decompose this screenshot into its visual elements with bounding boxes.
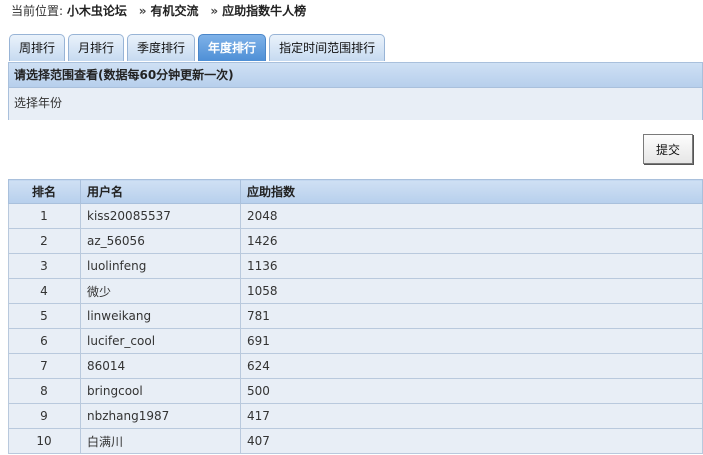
tab-yearly[interactable]: 年度排行 bbox=[198, 34, 267, 61]
score-cell: 1426 bbox=[240, 228, 703, 254]
rank-cell: 2 bbox=[8, 228, 81, 254]
tab-quarterly[interactable]: 季度排行 bbox=[127, 34, 196, 61]
column-header-rank: 排名 bbox=[8, 179, 81, 204]
score-cell: 2048 bbox=[240, 203, 703, 229]
rank-cell: 1 bbox=[8, 203, 81, 229]
score-cell: 500 bbox=[240, 378, 703, 404]
column-header-score: 应助指数 bbox=[240, 179, 703, 204]
username-cell[interactable]: lucifer_cool bbox=[80, 328, 241, 354]
breadcrumb-separator: » bbox=[210, 4, 219, 18]
tab-monthly[interactable]: 月排行 bbox=[68, 34, 125, 61]
table-row: 7 86014 624 bbox=[8, 353, 703, 379]
score-cell: 1136 bbox=[240, 253, 703, 279]
table-row: 9 nbzhang1987 417 bbox=[8, 403, 703, 429]
breadcrumb-item-board[interactable]: 有机交流 bbox=[150, 4, 198, 18]
score-cell: 691 bbox=[240, 328, 703, 354]
rank-cell: 9 bbox=[8, 403, 81, 429]
tab-custom-range[interactable]: 指定时间范围排行 bbox=[269, 34, 386, 61]
username-cell[interactable]: 微少 bbox=[80, 278, 241, 304]
username-cell[interactable]: 86014 bbox=[80, 353, 241, 379]
username-cell[interactable]: az_56056 bbox=[80, 228, 241, 254]
breadcrumb-item-current: 应助指数牛人榜 bbox=[222, 4, 307, 18]
table-row: 8 bringcool 500 bbox=[8, 378, 703, 404]
table-row: 2 az_56056 1426 bbox=[8, 228, 703, 254]
rank-cell: 6 bbox=[8, 328, 81, 354]
username-cell[interactable]: nbzhang1987 bbox=[80, 403, 241, 429]
column-header-username: 用户名 bbox=[80, 179, 241, 204]
breadcrumb-item-forum[interactable]: 小木虫论坛 bbox=[67, 4, 127, 18]
ranking-tabs: 周排行 月排行 季度排行 年度排行 指定时间范围排行 bbox=[9, 34, 388, 62]
score-cell: 1058 bbox=[240, 278, 703, 304]
table-row: 6 lucifer_cool 691 bbox=[8, 328, 703, 354]
range-panel-title: 请选择范围查看(数据每60分钟更新一次) bbox=[9, 63, 702, 88]
rank-cell: 10 bbox=[8, 428, 81, 454]
ranking-table: 排名 用户名 应助指数 1 kiss20085537 2048 2 az_56056 1… bbox=[8, 179, 703, 454]
username-cell[interactable]: bringcool bbox=[80, 378, 241, 404]
table-row: 10 白满川 407 bbox=[8, 428, 703, 454]
username-cell[interactable]: luolinfeng bbox=[80, 253, 241, 279]
table-row: 1 kiss20085537 2048 bbox=[8, 203, 703, 229]
rank-cell: 3 bbox=[8, 253, 81, 279]
submit-button[interactable]: 提交 bbox=[643, 134, 693, 164]
score-cell: 781 bbox=[240, 303, 703, 329]
table-row: 5 linweikang 781 bbox=[8, 303, 703, 329]
year-selector-label: 选择年份 bbox=[9, 88, 702, 120]
tab-weekly[interactable]: 周排行 bbox=[9, 34, 66, 61]
score-cell: 624 bbox=[240, 353, 703, 379]
score-cell: 417 bbox=[240, 403, 703, 429]
username-cell[interactable]: kiss20085537 bbox=[80, 203, 241, 229]
username-cell[interactable]: linweikang bbox=[80, 303, 241, 329]
rank-cell: 5 bbox=[8, 303, 81, 329]
breadcrumb-separator: » bbox=[138, 4, 147, 18]
rank-cell: 4 bbox=[8, 278, 81, 304]
table-row: 4 微少 1058 bbox=[8, 278, 703, 304]
breadcrumb: 当前位置: 小木虫论坛 » 有机交流 » 应助指数牛人榜 bbox=[11, 2, 306, 20]
range-panel: 请选择范围查看(数据每60分钟更新一次) 选择年份 bbox=[8, 62, 703, 120]
rank-cell: 7 bbox=[8, 353, 81, 379]
rank-cell: 8 bbox=[8, 378, 81, 404]
breadcrumb-prefix: 当前位置: bbox=[11, 4, 64, 18]
table-header-row: 排名 用户名 应助指数 bbox=[8, 179, 703, 204]
score-cell: 407 bbox=[240, 428, 703, 454]
username-cell[interactable]: 白满川 bbox=[80, 428, 241, 454]
table-row: 3 luolinfeng 1136 bbox=[8, 253, 703, 279]
